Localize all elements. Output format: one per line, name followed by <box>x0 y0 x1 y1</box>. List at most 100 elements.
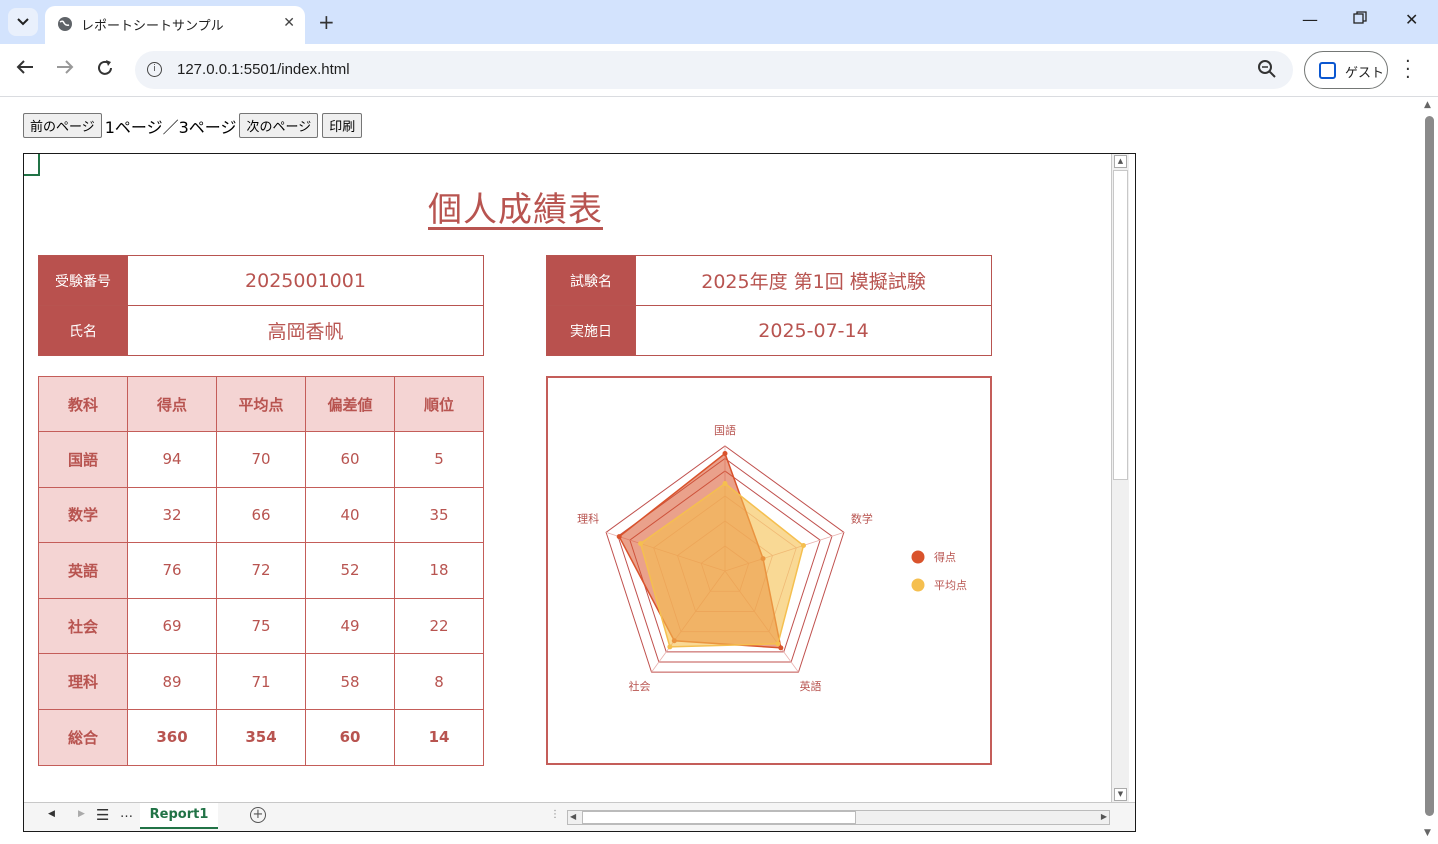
exam-date-value: 2025-07-14 <box>635 305 992 356</box>
scroll-thumb[interactable] <box>1113 170 1128 480</box>
average-cell: 72 <box>216 542 306 599</box>
score-cell: 94 <box>127 431 217 488</box>
url-text: 127.0.0.1:5501/index.html <box>177 61 350 78</box>
sheet-list-icon[interactable]: ☰ <box>96 806 109 824</box>
browser-tabstrip: レポートシートサンプル ✕ + — ✕ <box>0 0 1438 44</box>
scroll-left-icon[interactable]: ◀ <box>570 812 576 821</box>
exam-name-value: 2025年度 第1回 模擬試験 <box>635 255 992 306</box>
subject-cell: 社会 <box>38 597 128 655</box>
profile-label: ゲスト <box>1345 66 1385 81</box>
rank-cell: 5 <box>394 431 484 488</box>
radar-point <box>778 645 784 651</box>
page-scrollbar[interactable]: ▲ ▼ <box>1420 98 1438 844</box>
close-window-icon[interactable]: ✕ <box>1405 10 1418 29</box>
tab-title: レポートシートサンプル <box>81 19 224 34</box>
minimize-icon[interactable]: — <box>1302 10 1318 29</box>
address-bar[interactable]: i 127.0.0.1:5501/index.html <box>135 51 1293 89</box>
rank-cell: 22 <box>394 597 484 655</box>
radar-axis-label: 英語 <box>799 679 821 693</box>
radar-point <box>667 644 673 650</box>
hscroll-thumb[interactable] <box>582 811 856 824</box>
globe-icon <box>57 16 73 36</box>
rank-cell: 8 <box>394 653 484 710</box>
close-tab-icon[interactable]: ✕ <box>283 15 295 31</box>
deviation-cell: 49 <box>305 597 395 655</box>
new-tab-icon[interactable]: + <box>318 10 335 34</box>
site-info-icon[interactable]: i <box>147 62 162 77</box>
splitter-handle-icon[interactable]: ⋮ <box>550 809 560 820</box>
score-table: 教科 得点 平均点 偏差値 順位 国語 94 70 60 5 数学 32 66 … <box>38 376 484 766</box>
header-deviation: 偏差値 <box>305 376 395 432</box>
subject-cell: 数学 <box>38 486 128 544</box>
table-row: 数学 32 66 40 35 <box>38 486 484 544</box>
average-cell: 70 <box>216 431 306 488</box>
deviation-cell: 40 <box>305 486 395 544</box>
radar-chart-box: 国語 数学 英語 社会 理科 得点 平均点 <box>546 376 992 765</box>
info-table-left: 受験番号 2025001001 氏名 高岡香帆 <box>38 255 484 356</box>
scroll-right-icon[interactable]: ▶ <box>1101 812 1107 821</box>
profile-button[interactable]: ゲスト <box>1304 51 1388 89</box>
score-header-row: 教科 得点 平均点 偏差値 順位 <box>38 376 484 432</box>
header-rank: 順位 <box>394 376 484 432</box>
legend-marker <box>911 550 925 564</box>
info-row: 受験番号 2025001001 <box>38 255 484 306</box>
reload-icon[interactable] <box>96 59 114 82</box>
average-cell: 71 <box>216 653 306 710</box>
radar-chart: 国語数学英語 社会 理科得点平均点 <box>577 423 967 693</box>
sheet-horizontal-scrollbar[interactable]: ◀ ▶ <box>567 810 1110 825</box>
print-button[interactable]: 印刷 <box>322 113 363 138</box>
name-value: 高岡香帆 <box>127 305 484 356</box>
subject-cell: 理科 <box>38 653 128 710</box>
table-row: 社会 69 75 49 22 <box>38 597 484 655</box>
pager: 前のページ 1ページ／3ページ 次のページ 印刷 <box>23 113 363 138</box>
info-row: 実施日 2025-07-14 <box>546 305 992 356</box>
more-sheets-icon[interactable]: … <box>120 806 133 821</box>
header-score: 得点 <box>127 376 217 432</box>
info-row: 試験名 2025年度 第1回 模擬試験 <box>546 255 992 306</box>
scroll-down-icon[interactable]: ▼ <box>1114 788 1127 801</box>
browser-tab[interactable]: レポートシートサンプル ✕ <box>45 6 305 44</box>
restore-icon[interactable] <box>1353 10 1367 29</box>
back-arrow-icon[interactable] <box>16 59 34 80</box>
exam-number-value: 2025001001 <box>127 255 484 306</box>
add-sheet-icon[interactable]: + <box>250 807 266 823</box>
average-cell: 66 <box>216 486 306 544</box>
sheet-vertical-scrollbar[interactable]: ▲ ▼ <box>1111 154 1129 804</box>
next-sheet-icon[interactable]: ▶ <box>78 809 85 819</box>
prev-sheet-icon[interactable]: ◀ <box>48 809 55 819</box>
radar-axis-label: 数学 <box>851 511 873 525</box>
total-rank-cell: 14 <box>394 708 484 766</box>
profile-icon <box>1319 62 1336 79</box>
legend-label: 得点 <box>934 551 956 564</box>
page-scroll-down-icon[interactable]: ▼ <box>1424 828 1431 838</box>
zoom-icon[interactable] <box>1257 59 1277 83</box>
legend-label: 平均点 <box>934 579 967 592</box>
rank-cell: 35 <box>394 486 484 544</box>
deviation-cell: 58 <box>305 653 395 710</box>
forward-arrow-icon[interactable] <box>56 59 74 80</box>
radar-axis-label: 国語 <box>714 423 736 437</box>
scroll-up-icon[interactable]: ▲ <box>1114 155 1127 168</box>
chevron-down-icon <box>17 18 29 26</box>
page-scroll-up-icon[interactable]: ▲ <box>1424 100 1431 110</box>
menu-dots-icon[interactable]: · · · <box>1405 53 1411 87</box>
legend-marker <box>911 578 925 592</box>
total-row: 総合 360 354 60 14 <box>38 708 484 766</box>
prev-page-button[interactable]: 前のページ <box>23 113 102 138</box>
sheet-tab-report1[interactable]: Report1 <box>140 803 218 829</box>
next-page-button[interactable]: 次のページ <box>239 113 319 138</box>
sheet-tab-bar: ◀ ▶ ☰ … Report1 + ⋮ ◀ ▶ <box>24 802 1135 831</box>
report-title: 個人成績表 <box>428 190 603 230</box>
deviation-cell: 60 <box>305 431 395 488</box>
score-cell: 32 <box>127 486 217 544</box>
radar-point <box>775 641 781 647</box>
exam-name-label: 試験名 <box>546 255 636 306</box>
total-label-cell: 総合 <box>38 708 128 766</box>
info-row: 氏名 高岡香帆 <box>38 305 484 356</box>
tab-search-button[interactable] <box>8 8 38 36</box>
table-row: 国語 94 70 60 5 <box>38 431 484 488</box>
page-scroll-thumb[interactable] <box>1425 116 1434 816</box>
report-sheet: 個人成績表 受験番号 2025001001 氏名 高岡香帆 試験名 2025年度… <box>23 153 1136 832</box>
deviation-cell: 52 <box>305 542 395 599</box>
score-cell: 76 <box>127 542 217 599</box>
